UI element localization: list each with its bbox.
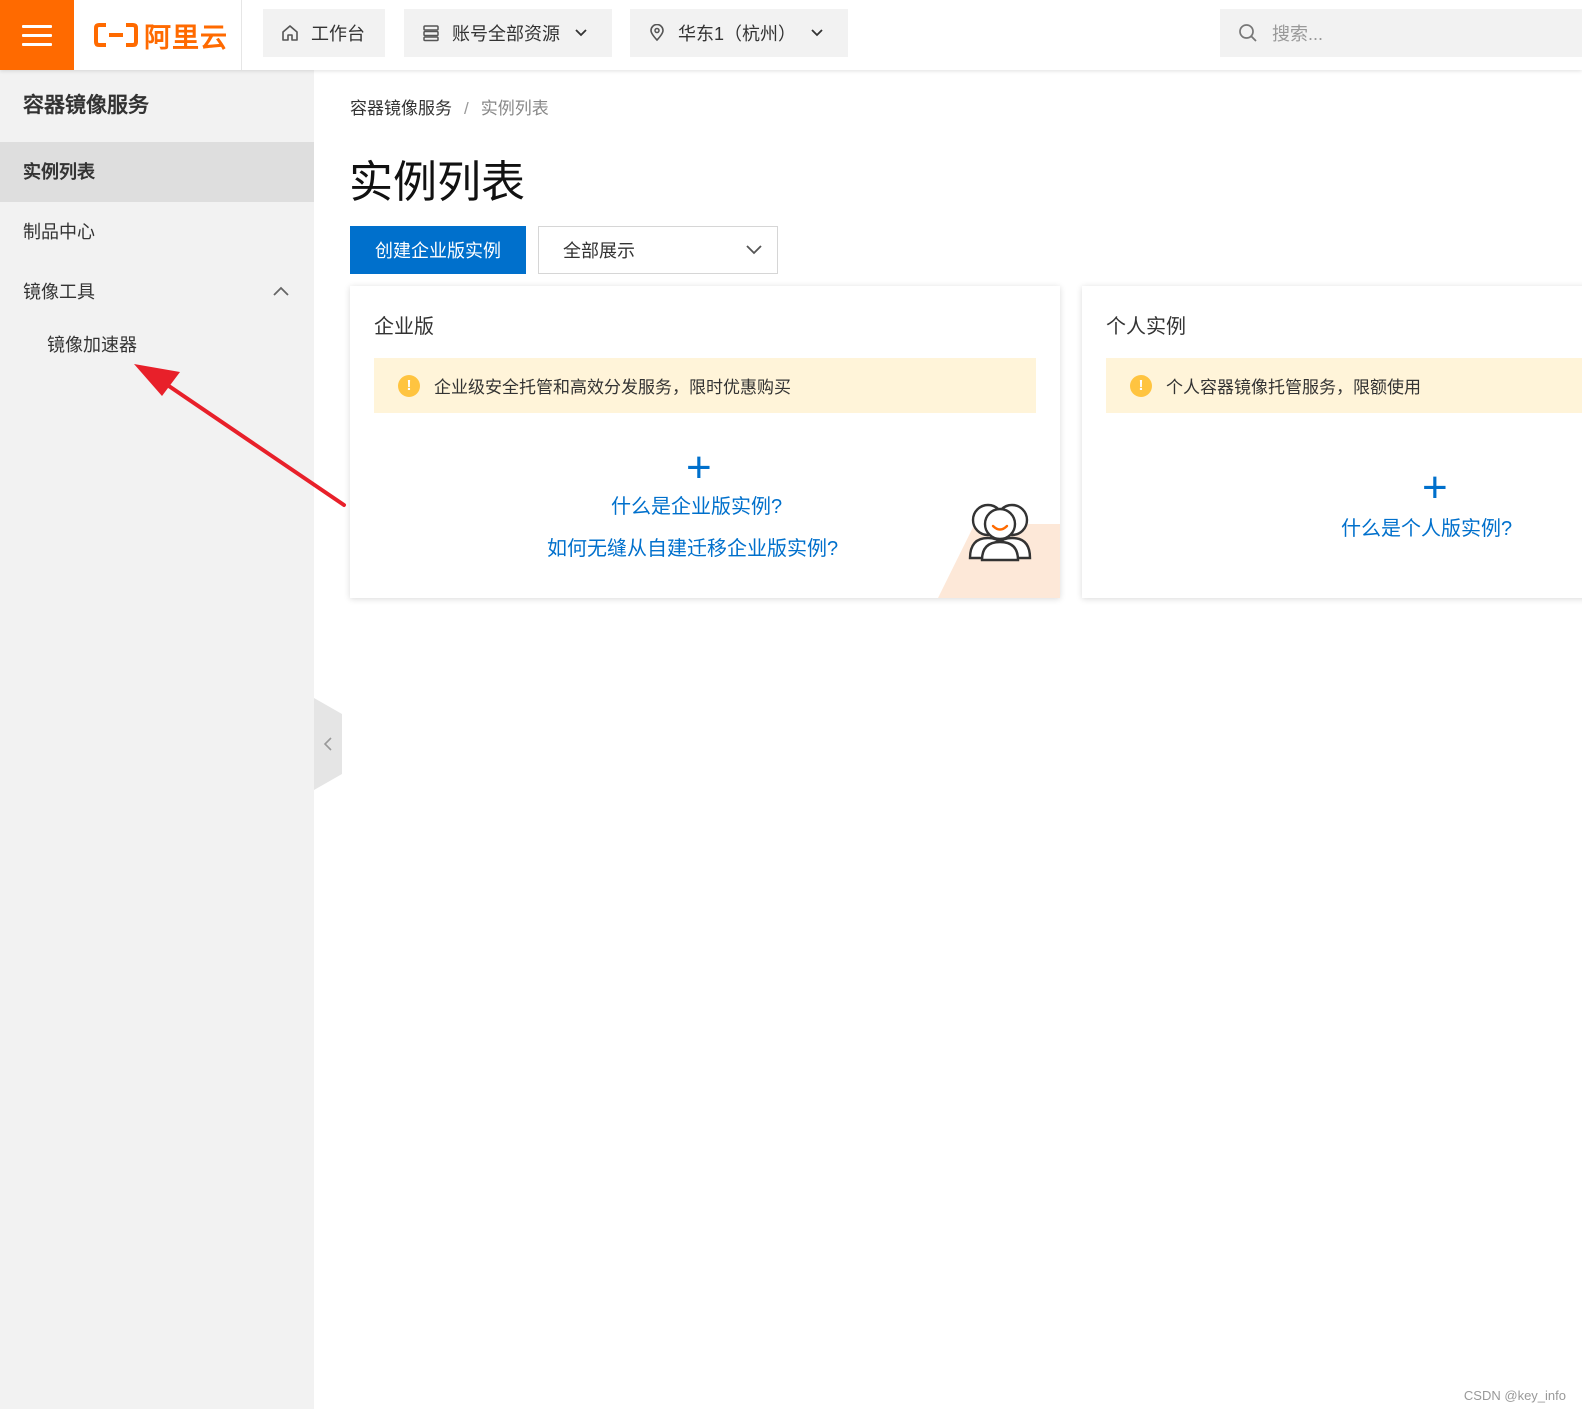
sidebar-item-label: 镜像工具 [23, 282, 95, 302]
brand-logo[interactable]: 阿里云 [74, 0, 242, 70]
sidebar-item-label: 制品中心 [23, 222, 95, 242]
add-enterprise-instance-icon[interactable]: + [686, 446, 712, 490]
chevron-down-icon [811, 29, 823, 37]
people-illustration-icon [968, 503, 1032, 562]
brand-name: 阿里云 [144, 22, 228, 53]
sidebar-title: 容器镜像服务 [23, 94, 149, 117]
chevron-up-icon [273, 286, 289, 296]
breadcrumb: 容器镜像服务 / 实例列表 [350, 94, 549, 119]
search-icon [1239, 24, 1257, 42]
search-placeholder: 搜索... [1272, 24, 1324, 44]
display-filter-select[interactable]: 全部展示 [538, 226, 778, 274]
search-input[interactable]: 搜索... [1220, 9, 1582, 57]
region-dropdown[interactable]: 华东1（杭州） [630, 9, 848, 57]
watermark-text: CSDN @key_info [1463, 1388, 1566, 1403]
chevron-down-icon [575, 29, 587, 37]
stack-icon [423, 25, 439, 42]
sidebar-item-instance-list[interactable]: 实例列表 [0, 142, 314, 202]
personal-instance-card: 个人实例 ! 个人容器镜像托管服务，限额使用 + 什么是个人版实例? [1082, 286, 1582, 598]
breadcrumb-root[interactable]: 容器镜像服务 [350, 99, 452, 118]
sidebar-item-label: 实例列表 [23, 162, 95, 182]
notice-text: 企业级安全托管和高效分发服务，限时优惠购买 [434, 378, 791, 397]
region-label: 华东1（杭州） [678, 24, 797, 44]
home-icon [282, 25, 298, 41]
what-is-enterprise-link[interactable]: 什么是企业版实例? [611, 490, 782, 519]
enterprise-notice: ! 企业级安全托管和高效分发服务，限时优惠购买 [374, 358, 1036, 413]
warning-icon: ! [1130, 374, 1152, 397]
sidebar-item-artifact-center[interactable]: 制品中心 [0, 202, 314, 262]
add-personal-instance-icon[interactable]: + [1422, 466, 1448, 510]
what-is-personal-link[interactable]: 什么是个人版实例? [1341, 512, 1512, 541]
chevron-left-icon [323, 737, 332, 751]
breadcrumb-current: 实例列表 [480, 99, 549, 118]
aliyun-logo-icon [94, 23, 138, 47]
card-title: 企业版 [374, 316, 434, 338]
migrate-enterprise-link[interactable]: 如何无缝从自建迁移企业版实例? [547, 532, 838, 561]
page-title: 实例列表 [349, 158, 525, 207]
card-title: 个人实例 [1106, 316, 1186, 338]
chevron-down-icon [746, 245, 762, 255]
hamburger-icon [22, 19, 52, 52]
sidebar-item-image-tools[interactable]: 镜像工具 [0, 262, 314, 322]
warning-icon: ! [398, 374, 420, 397]
resources-dropdown[interactable]: 账号全部资源 [404, 9, 612, 57]
location-pin-icon [650, 24, 664, 42]
sidebar-subitem-image-accelerator[interactable]: 镜像加速器 [0, 322, 314, 374]
enterprise-instance-card: 企业版 ! 企业级安全托管和高效分发服务，限时优惠购买 + 什么是企业版实例? … [350, 286, 1060, 598]
notice-text: 个人容器镜像托管服务，限额使用 [1166, 378, 1421, 397]
workbench-button[interactable]: 工作台 [263, 9, 385, 57]
sidebar-collapse-toggle[interactable] [314, 698, 342, 790]
resources-label: 账号全部资源 [452, 24, 560, 44]
display-filter-value: 全部展示 [563, 241, 635, 261]
breadcrumb-separator: / [464, 99, 469, 118]
workbench-label: 工作台 [311, 24, 365, 44]
menu-button[interactable] [0, 0, 74, 70]
sidebar-subitem-label: 镜像加速器 [47, 335, 137, 355]
sidebar: 容器镜像服务 实例列表 制品中心 镜像工具 镜像加速器 [0, 70, 314, 1409]
create-enterprise-instance-button[interactable]: 创建企业版实例 [350, 226, 526, 274]
top-navigation-bar: 阿里云 工作台 账号全部资源 华东1（杭州） 搜索... [0, 0, 1582, 70]
personal-notice: ! 个人容器镜像托管服务，限额使用 [1106, 358, 1582, 413]
